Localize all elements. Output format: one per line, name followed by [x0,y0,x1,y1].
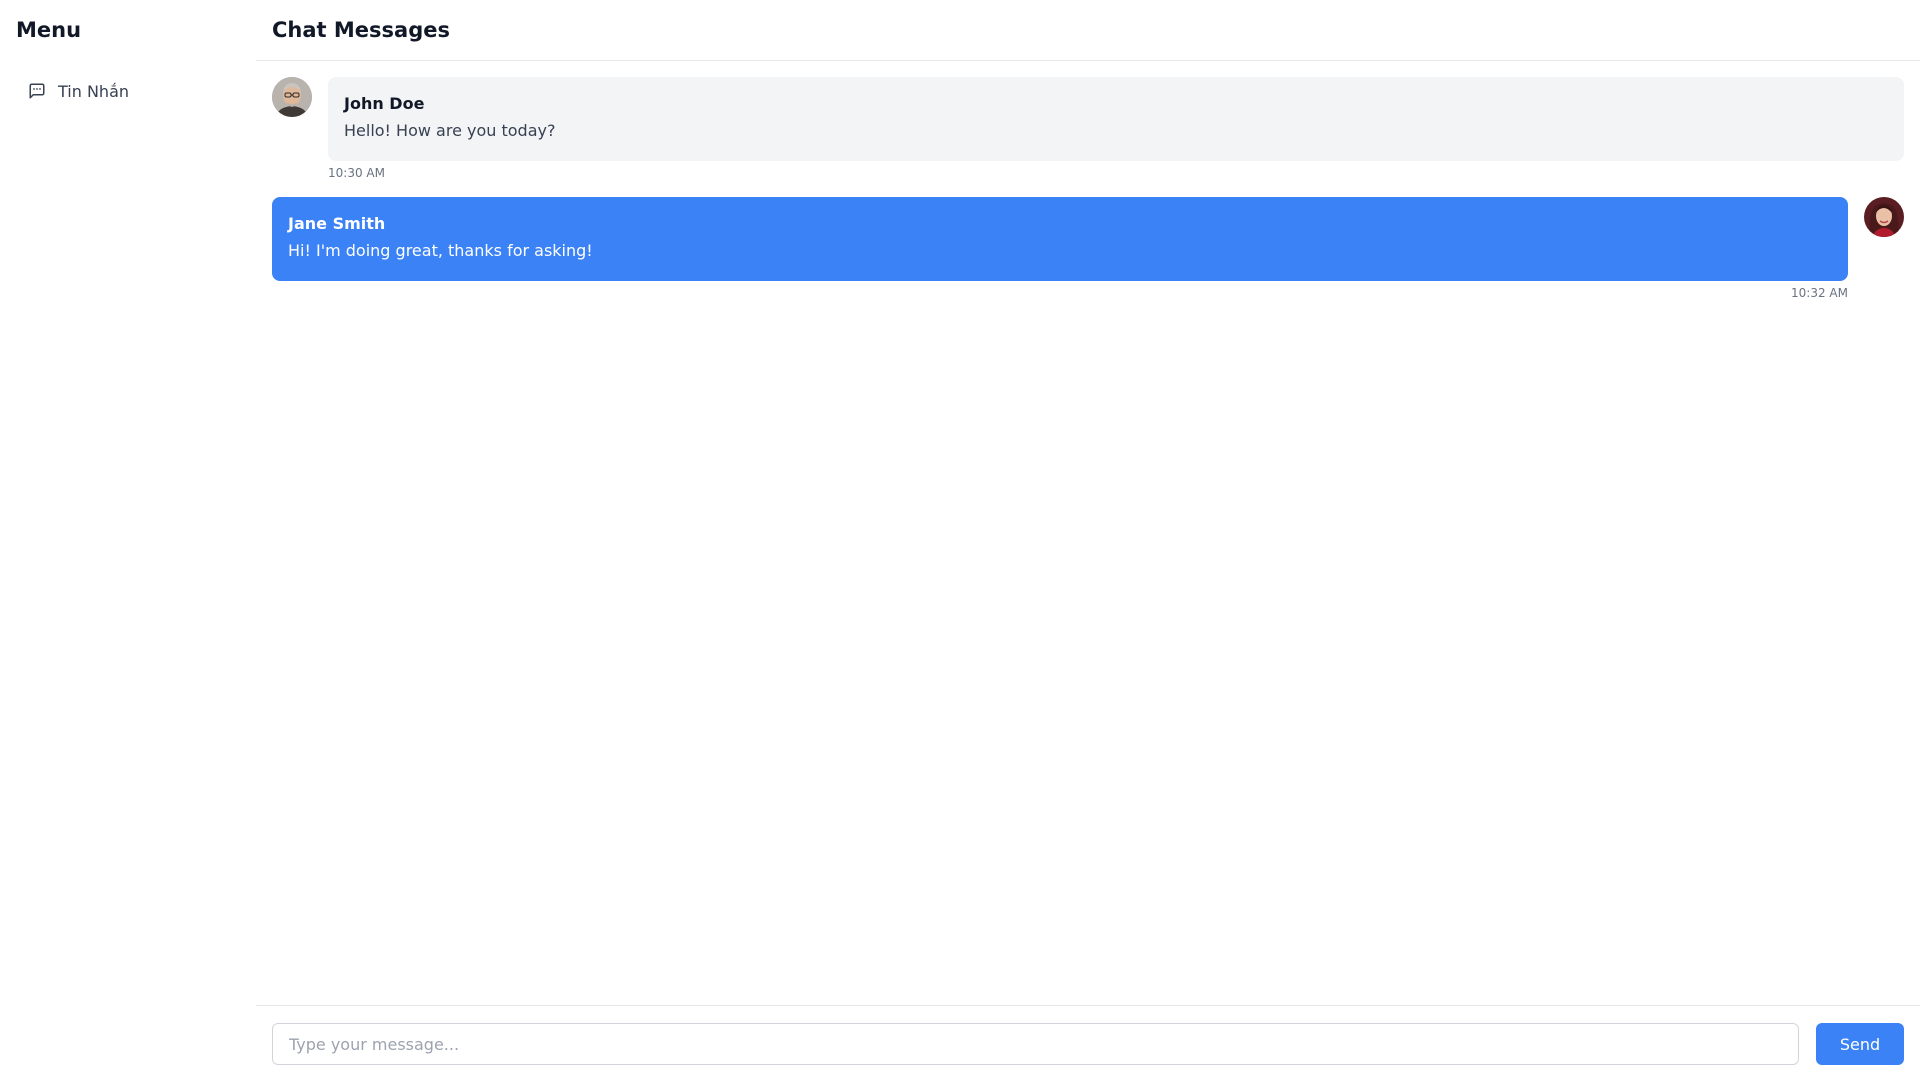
message-bubble-outgoing: Jane Smith Hi! I'm doing great, thanks f… [272,197,1848,281]
chat-header: Chat Messages [256,0,1920,61]
sidebar-title: Menu [16,18,82,42]
page-title: Chat Messages [272,18,450,42]
message-input[interactable] [272,1023,1799,1065]
chat-panel: Chat Messages John Doe Hello! How are yo… [256,0,1920,1080]
avatar-jane-smith [1864,197,1904,237]
message-bubble-incoming: John Doe Hello! How are you today? [328,77,1904,161]
message-timestamp: 10:30 AM [328,166,385,180]
message-timestamp: 10:32 AM [1791,286,1848,300]
message-text: Hello! How are you today? [344,121,556,140]
message-text: Hi! I'm doing great, thanks for asking! [288,241,593,260]
message-sender: John Doe [344,94,425,113]
avatar-john-doe [272,77,312,117]
message-composer: Send [256,1005,1920,1080]
sidebar-item-messages[interactable]: Tin Nhắn [16,75,244,107]
message-square-icon [28,82,46,100]
message-sender: Jane Smith [288,214,386,233]
sidebar-item-label: Tin Nhắn [58,81,130,101]
sidebar: Menu Tin Nhắn [0,0,256,1080]
send-button[interactable]: Send [1816,1023,1904,1065]
